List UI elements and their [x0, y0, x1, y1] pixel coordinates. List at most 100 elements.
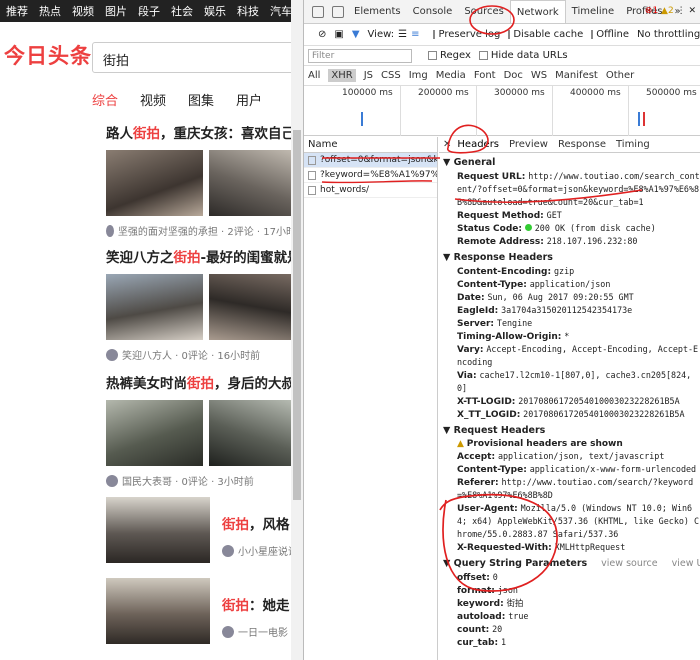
type-css[interactable]: CSS — [381, 70, 401, 81]
type-font[interactable]: Font — [474, 70, 496, 81]
article-thumbnail[interactable] — [106, 274, 203, 340]
nav-item[interactable]: 社会 — [171, 3, 193, 19]
preserve-log-checkbox[interactable] — [433, 30, 436, 39]
tab-headers[interactable]: Headers — [457, 139, 499, 150]
type-manifest[interactable]: Manifest — [555, 70, 598, 81]
camera-icon[interactable]: ▣ — [334, 29, 343, 40]
nav-item[interactable]: 段子 — [138, 3, 160, 19]
title-text: ，身后的大叔 — [214, 376, 295, 392]
tab-preview[interactable]: Preview — [509, 139, 548, 150]
disable-cache-checkbox[interactable] — [508, 30, 511, 39]
device-toolbar-icon[interactable] — [332, 5, 344, 18]
tab-comprehensive[interactable]: 综合 — [92, 90, 118, 109]
type-other[interactable]: Other — [606, 70, 634, 81]
nav-item[interactable]: 娱乐 — [204, 3, 226, 19]
article-thumbnail[interactable] — [106, 578, 210, 644]
type-xhr[interactable]: XHR — [328, 69, 356, 82]
nav-item[interactable]: 科技 — [237, 3, 259, 19]
nav-item[interactable]: 热点 — [39, 3, 61, 19]
nav-item[interactable]: 视频 — [72, 3, 94, 19]
waterfall-view-icon[interactable]: ≡ — [411, 29, 419, 40]
header-key: keyword: — [457, 599, 504, 609]
regex-checkbox[interactable] — [428, 51, 437, 60]
header-value: 3a1704a315020112542354173e — [501, 305, 633, 315]
filter-input[interactable]: Filter — [308, 48, 412, 63]
request-marker — [638, 112, 640, 126]
tab-users[interactable]: 用户 — [236, 90, 262, 109]
timeline-tick-label: 200000 ms — [418, 88, 469, 98]
type-all[interactable]: All — [308, 70, 320, 81]
request-row[interactable]: ?keyword=%E8%A1%97%E6%... — [304, 168, 437, 183]
avatar[interactable] — [106, 474, 118, 487]
article-card[interactable]: 热裤美女时尚街拍，身后的大叔 国民大表哥 · 0评论 · 3小时前 — [106, 372, 303, 488]
general-section-title[interactable]: ▼ General — [439, 157, 700, 168]
avatar[interactable] — [106, 224, 114, 237]
keyword-highlight: 街拍 — [222, 598, 249, 614]
article-thumbnail[interactable] — [106, 497, 210, 563]
article-card[interactable]: 路人街拍，重庆女孩：喜欢自己 坚强的面对坚强的承担 · 2评论 · 17小时前 — [106, 122, 303, 238]
response-headers-title[interactable]: ▼ Response Headers — [439, 252, 700, 263]
tab-response[interactable]: Response — [558, 139, 606, 150]
article-thumbnail[interactable] — [106, 400, 203, 466]
type-ws[interactable]: WS — [531, 70, 547, 81]
menu-icon[interactable]: ⋮ — [677, 6, 686, 16]
section-title-text: General — [453, 157, 496, 168]
offline-checkbox[interactable] — [591, 30, 594, 39]
avatar[interactable] — [222, 544, 234, 557]
article-card[interactable]: 街拍，风格 小小星座说说 — [106, 497, 303, 563]
query-params-title[interactable]: ▼ Query String Parameters view source view… — [439, 558, 700, 569]
hide-data-urls-checkbox[interactable] — [478, 51, 488, 60]
avatar[interactable] — [106, 348, 118, 361]
close-detail-icon[interactable]: ✕ — [443, 139, 451, 150]
article-title[interactable]: 路人街拍，重庆女孩：喜欢自己 — [106, 122, 303, 142]
request-headers-title[interactable]: ▼ Request Headers — [439, 425, 700, 436]
inspect-icon[interactable] — [312, 5, 324, 18]
tab-elements[interactable]: Elements — [348, 6, 407, 17]
tab-gallery[interactable]: 图集 — [188, 90, 214, 109]
tab-sources[interactable]: Sources — [458, 6, 510, 17]
type-js[interactable]: JS — [364, 70, 373, 81]
tab-timing[interactable]: Timing — [616, 139, 650, 150]
timeline-gridline — [552, 86, 553, 136]
request-row[interactable]: ?offset=0&format=json&keyw... — [304, 153, 437, 168]
section-title-text: Query String Parameters — [453, 558, 588, 569]
type-doc[interactable]: Doc — [504, 70, 523, 81]
throttling-select[interactable]: No throttling — [637, 29, 700, 40]
header-key: X-Requested-With: — [457, 543, 552, 553]
type-img[interactable]: Img — [409, 70, 428, 81]
close-icon[interactable]: ✕ — [688, 6, 696, 16]
tab-timeline[interactable]: Timeline — [566, 6, 621, 17]
view-url-encoded-link[interactable]: view URL encoded — [672, 558, 700, 569]
type-media[interactable]: Media — [436, 70, 466, 81]
article-card[interactable]: 笑迎八方之街拍-最好的闺蜜就是 笑迎八方人 · 0评论 · 16小时前 — [106, 246, 303, 362]
name-column-header[interactable]: Name — [304, 137, 437, 153]
nav-item[interactable]: 图片 — [105, 3, 127, 19]
article-title[interactable]: 热裤美女时尚街拍，身后的大叔 — [106, 372, 303, 392]
network-overview-timeline[interactable]: 100000 ms 200000 ms 300000 ms 400000 ms … — [304, 86, 700, 136]
header-key: count: — [457, 625, 490, 635]
tab-video[interactable]: 视频 — [140, 90, 166, 109]
filter-icon[interactable]: ▼ — [352, 29, 360, 40]
header-value: json — [497, 585, 518, 595]
request-row[interactable]: hot_words/ — [304, 183, 437, 198]
nav-item[interactable]: 推荐 — [6, 3, 28, 19]
avatar[interactable] — [222, 625, 234, 638]
view-source-link[interactable]: view source — [601, 558, 657, 569]
article-card[interactable]: 街拍：她走 一日一电影 — [106, 578, 303, 644]
tab-network[interactable]: Network — [509, 0, 566, 23]
search-input[interactable]: 街拍 — [92, 42, 303, 73]
site-logo[interactable]: 今日头条 — [4, 40, 92, 70]
list-view-icon[interactable]: ☰ — [398, 29, 407, 40]
article-thumbnail[interactable] — [209, 150, 303, 216]
page-scrollbar-thumb[interactable] — [293, 130, 301, 500]
keyword-highlight: 街拍 — [173, 250, 201, 266]
tab-console[interactable]: Console — [407, 6, 459, 17]
article-thumbnail[interactable] — [209, 400, 303, 466]
article-title[interactable]: 笑迎八方之街拍-最好的闺蜜就是 — [106, 246, 303, 266]
error-warning-counter[interactable]: ⊗1 ▲2 ⋮ ✕ — [645, 6, 696, 16]
clear-icon[interactable]: ⊘ — [318, 29, 326, 40]
nav-item[interactable]: 汽车 — [270, 3, 292, 19]
title-text: ：她走 — [249, 598, 290, 614]
article-thumbnail[interactable] — [106, 150, 203, 216]
article-thumbnail[interactable] — [209, 274, 303, 340]
